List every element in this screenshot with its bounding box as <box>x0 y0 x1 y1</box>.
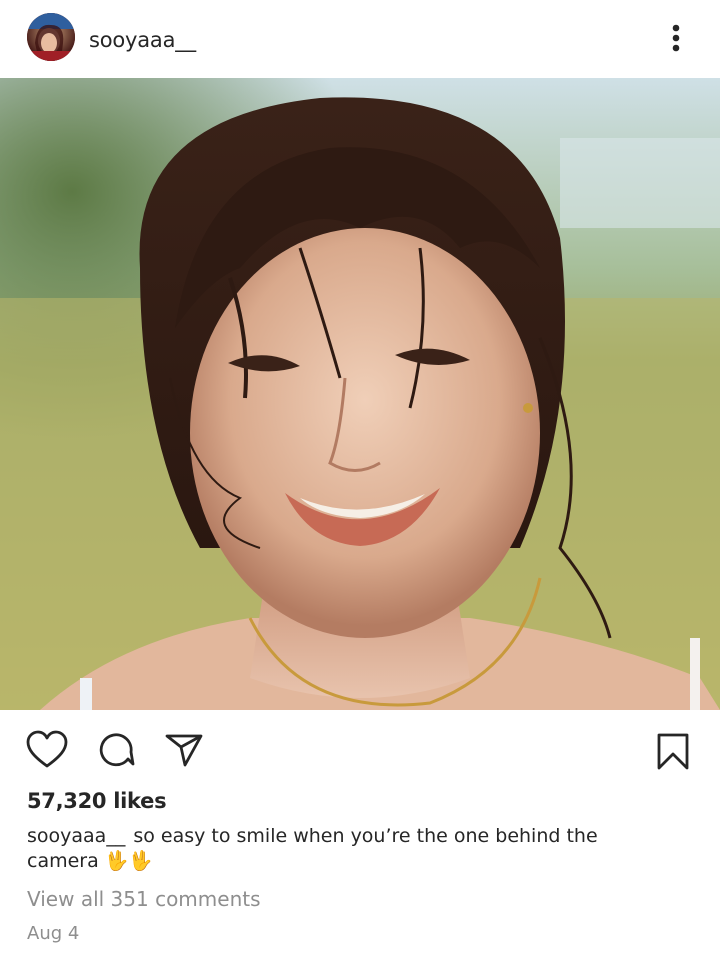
view-comments-link[interactable]: View all 351 comments <box>27 885 261 913</box>
avatar-image <box>27 13 75 61</box>
heart-icon[interactable] <box>25 730 69 770</box>
post-photo[interactable] <box>0 78 720 710</box>
share-icon[interactable] <box>164 732 204 768</box>
post-header: sooyaaa__ <box>0 0 720 78</box>
post-date: Aug 4 <box>27 923 80 944</box>
avatar[interactable] <box>27 13 75 61</box>
post-actions-bar <box>0 710 720 790</box>
portrait-photo <box>0 78 720 710</box>
comment-icon[interactable] <box>98 731 136 769</box>
likes-count[interactable]: 57,320 likes <box>27 786 167 816</box>
bookmark-icon[interactable] <box>655 732 691 772</box>
caption-username[interactable]: sooyaaa__ <box>27 825 125 847</box>
more-options-icon[interactable] <box>660 20 692 56</box>
post-username[interactable]: sooyaaa__ <box>89 26 196 54</box>
post-caption: sooyaaa__ so easy to smile when you’re th… <box>27 824 627 874</box>
